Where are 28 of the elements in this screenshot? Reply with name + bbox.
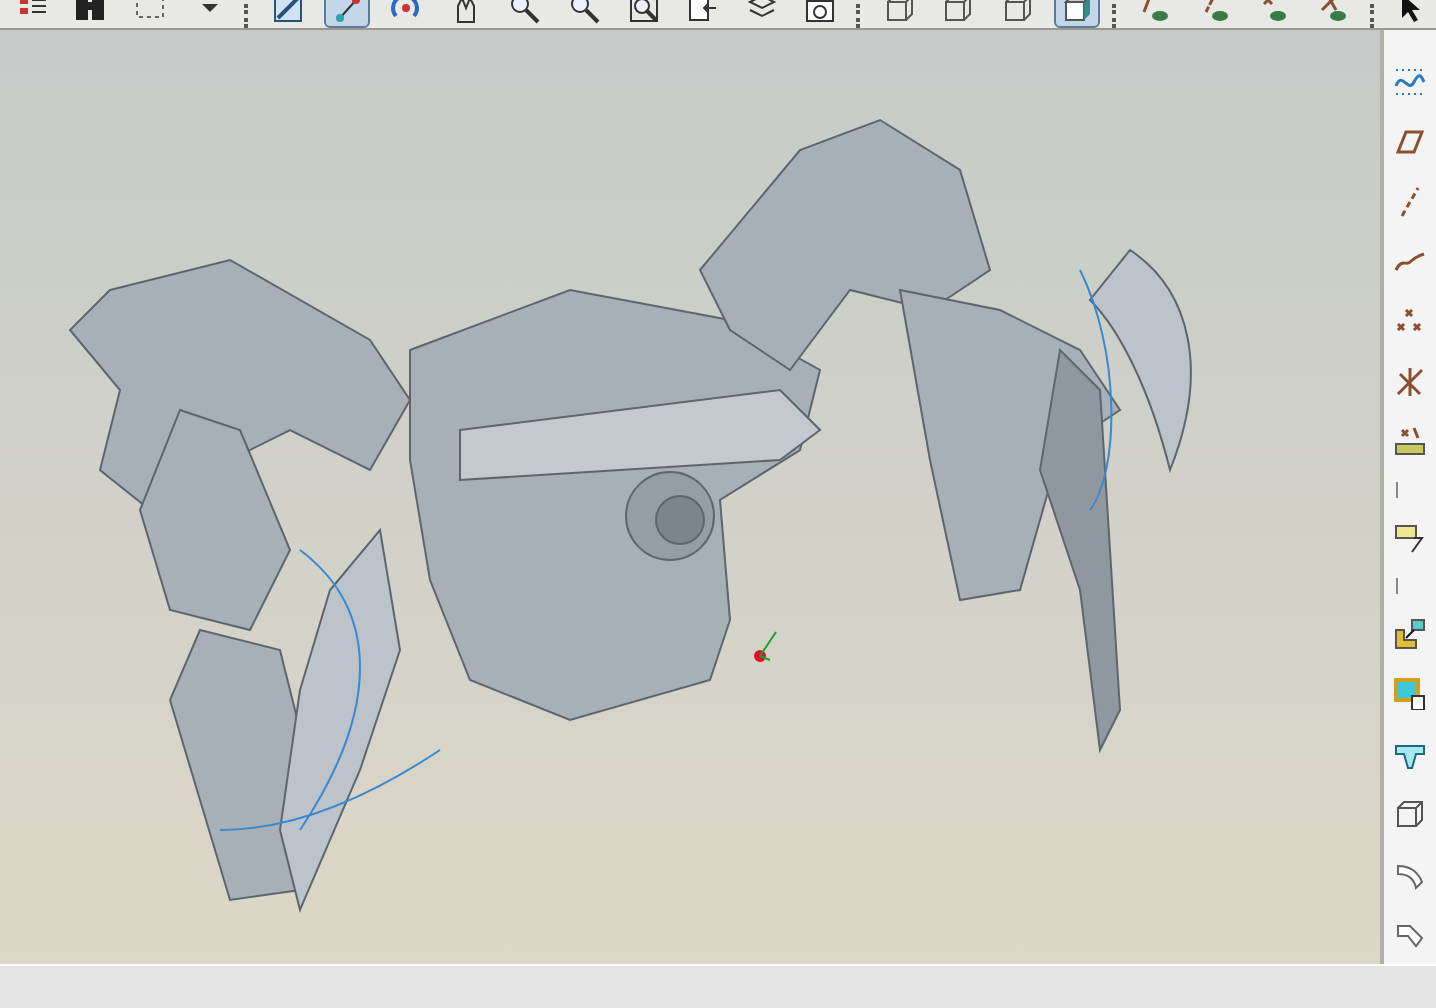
- plane-visibility-icon: [1140, 0, 1173, 24]
- camera-icon: [804, 0, 837, 24]
- view-icon: [686, 0, 719, 24]
- binoculars-icon: [74, 0, 107, 24]
- csys-visibility-icon: [1317, 0, 1350, 24]
- datum-curve-icon: [1394, 66, 1426, 98]
- datum-plane-icon: [1394, 126, 1426, 158]
- coordinate-system-icon: [1394, 366, 1426, 398]
- zoom-fit-icon: [627, 0, 660, 24]
- cube-icon: [883, 0, 916, 24]
- sketch-icon: [272, 0, 305, 24]
- cube-icon: [1394, 798, 1426, 830]
- datum-point-icon: [331, 0, 364, 24]
- copy-feature-icon: [1394, 618, 1426, 650]
- toolbar-button[interactable]: [1053, 0, 1101, 28]
- toolbar-button[interactable]: [1390, 614, 1430, 654]
- selection-box-icon: [133, 0, 166, 24]
- note-icon: [1394, 522, 1426, 554]
- shaded-feature-icon: [1394, 678, 1426, 710]
- analysis-icon: [1394, 426, 1426, 458]
- point-visibility-icon: [1258, 0, 1291, 24]
- axis-visibility-icon: [1199, 0, 1232, 24]
- shaded-cube-icon: [1061, 0, 1094, 24]
- magnifier-icon: [567, 0, 600, 24]
- cube-icon: [942, 0, 975, 24]
- magnifier-icon: [508, 0, 541, 24]
- toolbar-button[interactable]: [1390, 674, 1430, 714]
- cube-icon: [1001, 0, 1034, 24]
